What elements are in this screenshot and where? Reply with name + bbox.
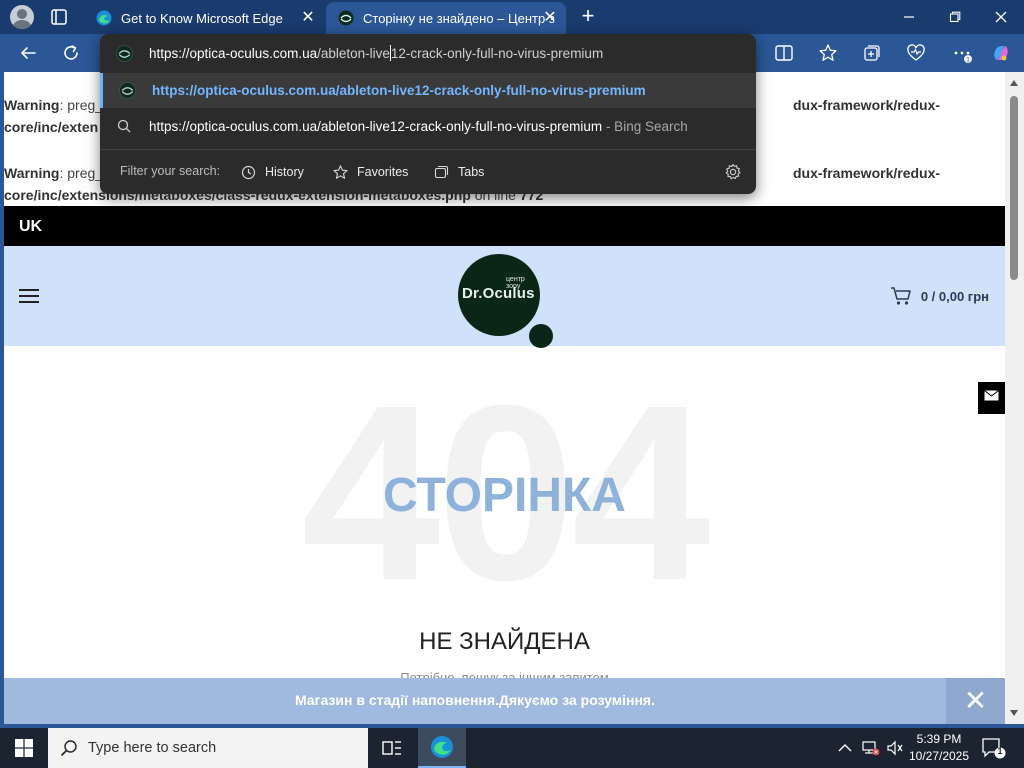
filter-favorites-button[interactable]: Favorites — [332, 162, 408, 182]
mail-icon — [984, 390, 999, 401]
more-options-icon[interactable]: 1 — [951, 42, 973, 64]
edge-icon — [431, 736, 453, 758]
new-tab-button[interactable]: + — [578, 5, 598, 27]
site-favicon-icon — [116, 45, 133, 62]
scroll-up-arrow-icon[interactable] — [1010, 80, 1018, 86]
refresh-icon[interactable] — [60, 42, 82, 64]
store-notice-text: Магазин в стадії наповнення.Дякуємо за р… — [295, 692, 655, 708]
address-bar-input[interactable]: https://optica-oculus.com.ua/ableton-liv… — [100, 34, 756, 72]
filter-history-button[interactable]: History — [240, 162, 304, 182]
taskbar-clock[interactable]: 5:39 PM 10/27/2025 — [900, 731, 978, 765]
search-icon — [117, 119, 131, 133]
back-arrow-icon[interactable] — [17, 42, 39, 64]
suggestion-text: https://optica-oculus.com.ua/ableton-liv… — [149, 119, 688, 134]
system-tray — [838, 728, 904, 768]
title-bar: Get to Know Microsoft Edge ✕ Сторінку не… — [0, 0, 1024, 34]
split-screen-icon[interactable] — [773, 42, 795, 64]
filter-label-text: Favorites — [357, 165, 409, 179]
site-logo[interactable]: центр зору Dr.Oculus — [458, 254, 540, 336]
store-notice-bar: Магазин в стадії наповнення.Дякуємо за р… — [4, 678, 1005, 724]
logo-text: Dr.Oculus — [462, 285, 535, 302]
tab-close-icon[interactable]: ✕ — [542, 10, 558, 26]
task-view-icon — [382, 741, 401, 755]
profile-avatar[interactable] — [10, 5, 34, 29]
logo-dot — [529, 324, 553, 348]
address-host: https://optica-oculus.com.ua — [149, 46, 318, 61]
start-button[interactable] — [0, 728, 48, 768]
site-favicon-icon — [338, 10, 354, 26]
windows-logo-icon — [15, 739, 33, 757]
cart-total: 0 / 0,00 грн — [920, 288, 989, 304]
suggestion-text: https://optica-oculus.com.ua/ableton-liv… — [152, 83, 646, 98]
filter-tabs-button[interactable]: Tabs — [433, 162, 484, 182]
warning-path: core/inc/exten — [4, 119, 99, 135]
maximize-button[interactable] — [932, 0, 978, 34]
suggestion-source: - Bing Search — [602, 119, 688, 134]
network-icon[interactable] — [862, 740, 880, 756]
close-window-button[interactable] — [978, 0, 1024, 34]
favorites-star-icon[interactable] — [817, 42, 839, 64]
clock-time: 5:39 PM — [916, 732, 962, 746]
warning-1-tail: dux-framework/redux- — [793, 94, 993, 116]
warning-label: Warning — [4, 97, 60, 113]
site-favicon-icon — [119, 82, 136, 99]
tab-title: Get to Know Microsoft Edge — [121, 10, 283, 26]
search-filter-row: Filter your search: History Favorites Ta… — [100, 150, 756, 194]
site-header: центр зору Dr.Oculus 0 / 0,00 грн — [4, 246, 1005, 348]
warning-text: : preg_ — [59, 97, 104, 113]
taskbar-edge-app[interactable] — [418, 728, 466, 768]
star-icon — [333, 164, 348, 179]
minimize-button[interactable] — [886, 0, 932, 34]
search-placeholder: Type here to search — [88, 740, 217, 756]
address-suggestions-dropdown: https://optica-oculus.com.ua/ableton-liv… — [100, 34, 756, 194]
suggestion-url[interactable]: https://optica-oculus.com.ua/ableton-liv… — [100, 73, 756, 108]
language-bar: UK — [4, 206, 1005, 246]
warning-path-tail: dux-framework/redux- — [793, 97, 941, 113]
tabs-icon — [434, 165, 449, 178]
suggestion-query: https://optica-oculus.com.ua/ableton-liv… — [149, 119, 603, 134]
warning-path-tail: dux-framework/redux- — [793, 165, 941, 181]
tab-page-not-found[interactable]: Сторінку не знайдено – Центр з ✕ — [326, 2, 566, 34]
tab-title: Сторінку не знайдено – Центр з — [363, 10, 555, 26]
notifications-button[interactable]: 1 — [980, 736, 1006, 760]
error-title: СТОРІНКА — [383, 469, 626, 522]
gear-icon[interactable] — [724, 163, 742, 181]
notice-close-button[interactable]: ✕ — [946, 678, 1005, 724]
svg-text:1: 1 — [966, 57, 970, 64]
notification-count: 1 — [997, 746, 1003, 756]
collections-icon[interactable] — [861, 42, 883, 64]
browser-essentials-icon[interactable] — [905, 42, 927, 64]
windows-taskbar: Type here to search 5:39 PM 10/27/2025 1 — [0, 728, 1024, 768]
taskbar-search-box[interactable]: Type here to search — [48, 728, 368, 768]
clock-date: 10/27/2025 — [908, 749, 970, 763]
scroll-down-arrow-icon[interactable] — [1010, 710, 1018, 716]
scroll-thumb[interactable] — [1010, 96, 1018, 280]
warning-label: Warning — [4, 165, 60, 181]
copilot-icon[interactable] — [990, 42, 1012, 64]
language-switcher[interactable]: UK — [19, 218, 42, 236]
address-path-rest: 12-crack-only-full-no-virus-premium — [390, 46, 604, 61]
search-icon — [60, 740, 77, 757]
warning-text: : preg_ — [59, 165, 104, 181]
hamburger-menu-icon[interactable] — [19, 289, 39, 303]
filter-label-text: Tabs — [458, 165, 485, 179]
tab-close-icon[interactable]: ✕ — [300, 10, 316, 26]
address-text[interactable]: https://optica-oculus.com.ua/ableton-liv… — [149, 45, 603, 61]
cart-button[interactable]: 0 / 0,00 грн — [890, 286, 989, 306]
contact-mail-button[interactable] — [978, 382, 1005, 414]
filter-label-text: History — [265, 165, 304, 179]
suggestion-bing-search[interactable]: https://optica-oculus.com.ua/ableton-liv… — [100, 109, 756, 144]
warning-2-tail: dux-framework/redux- — [793, 162, 993, 184]
tab-actions-icon[interactable] — [50, 8, 68, 26]
history-icon — [241, 165, 256, 179]
page-scrollbar[interactable] — [1005, 72, 1024, 724]
edge-icon — [96, 10, 112, 26]
tab-get-to-know-edge[interactable]: Get to Know Microsoft Edge ✕ — [84, 2, 324, 34]
address-path: /ableton-live — [317, 46, 390, 61]
task-view-button[interactable] — [368, 728, 416, 768]
cart-icon — [890, 287, 911, 305]
chevron-up-icon[interactable] — [838, 743, 852, 753]
error-subtitle: НЕ ЗНАЙДЕНА — [419, 628, 590, 655]
filter-label: Filter your search: — [120, 164, 221, 178]
